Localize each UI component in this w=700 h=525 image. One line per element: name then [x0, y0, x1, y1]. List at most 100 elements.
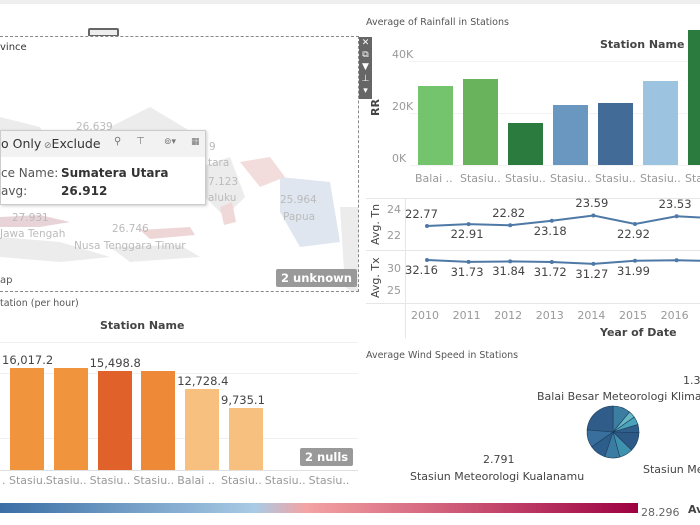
y-tick: 25	[387, 284, 401, 298]
data-point	[674, 258, 679, 263]
popout-icon[interactable]: ⧉	[359, 49, 372, 61]
series-line	[426, 259, 700, 265]
x-tick: Stasiu..	[221, 474, 262, 487]
dropdown-icon[interactable]: ▾	[359, 85, 372, 97]
precip-bar[interactable]	[97, 371, 132, 470]
x-tick: Stasiu..	[264, 474, 306, 487]
map-label: 27.931	[12, 212, 49, 224]
x-tick: Sta	[685, 172, 700, 185]
nulls-badge[interactable]: 2 nulls	[300, 448, 354, 466]
data-point	[466, 222, 471, 227]
precip-bar[interactable]	[229, 408, 263, 470]
view-data-icon[interactable]: ▦	[191, 137, 200, 147]
top-strip	[0, 0, 700, 4]
exclude-button[interactable]: ⊘Exclude	[44, 136, 101, 151]
rainfall-bar[interactable]	[463, 79, 498, 165]
precip-bar[interactable]	[53, 368, 88, 470]
data-point	[549, 259, 554, 264]
x-tick: 2012	[494, 309, 523, 322]
x-tick: Stasiu..	[45, 474, 87, 487]
precip-bar[interactable]	[185, 388, 220, 470]
group-icon[interactable]: ⊤	[136, 136, 145, 147]
rainfall-bar[interactable]	[643, 80, 678, 165]
y-tick: 40K	[392, 48, 414, 61]
tx-ylabel: Avg. Tx	[369, 257, 382, 298]
x-tick: 2011	[452, 309, 481, 322]
x-tick: . Stasiu..	[2, 474, 50, 487]
pie-name-label: Stasiun Meteorologi Kualanamu	[410, 470, 585, 483]
wind-pie-chart[interactable]	[585, 404, 641, 460]
x-tick: Stasiu..	[505, 172, 546, 185]
tn-ylabel: Avg. Tn	[369, 203, 382, 245]
data-label: 9,735.1	[221, 393, 265, 407]
data-point	[425, 258, 429, 263]
rainfall-header: Station Name	[600, 38, 685, 51]
gridline	[410, 165, 700, 166]
data-point	[508, 259, 513, 264]
y-tick: 22	[387, 228, 401, 242]
rainfall-bar[interactable]	[508, 123, 543, 165]
link-icon[interactable]: ⚲	[114, 136, 121, 147]
x-tick: Stasiu..	[640, 172, 681, 185]
filter-icon[interactable]: ▼	[359, 61, 372, 73]
y-tick: 0K	[392, 152, 407, 165]
divider	[366, 250, 700, 251]
data-point	[633, 258, 637, 263]
field-value: 26.912	[61, 184, 108, 198]
precip-bar[interactable]	[141, 371, 176, 470]
baseline	[0, 470, 358, 471]
x-tick: 2014	[577, 309, 606, 322]
pin-icon[interactable]: ⊥	[359, 73, 372, 85]
divider	[366, 303, 700, 304]
x-tick: Stasiu..	[308, 474, 350, 487]
data-label: 22.82	[492, 206, 526, 221]
map-label: Papua	[283, 211, 316, 223]
data-label: 31.27	[575, 266, 609, 281]
data-label: 23.18	[533, 223, 567, 238]
pie-slice[interactable]	[586, 405, 614, 433]
map-label: Jawa Tengah	[0, 228, 66, 240]
rainfall-bar[interactable]	[418, 85, 453, 165]
data-label: 22.77	[405, 206, 438, 221]
sets-icon[interactable]: ⊚▾	[164, 137, 176, 147]
data-label: 31.99	[617, 263, 650, 278]
data-point	[508, 223, 513, 228]
data-label: 16,017.2	[2, 353, 54, 367]
close-icon[interactable]: ✕	[359, 37, 372, 49]
x-tick: Balai ..	[415, 172, 453, 185]
data-label: 23.53	[658, 197, 692, 212]
map-footer: ap	[0, 275, 13, 286]
line-xlabel: Year of Date	[600, 326, 677, 339]
data-point	[674, 214, 679, 219]
map-label: tara	[208, 157, 230, 169]
map-label: 25.964	[280, 194, 317, 206]
map-label: 9	[209, 141, 216, 153]
field-label: ce Name:	[1, 166, 59, 180]
data-label: 32.16	[405, 263, 438, 278]
x-tick: Stasiu..	[133, 474, 175, 487]
data-label: 31.72	[533, 264, 567, 279]
divider	[366, 198, 700, 199]
field-label: avg:	[1, 184, 28, 198]
gridline	[0, 342, 358, 343]
tooltip-row-avg: avg: 26.912	[1, 184, 107, 198]
tooltip: o Only ⊘Exclude ⚲ ⊤ ⊚▾ ▦ ce Name: Sumater…	[0, 130, 206, 205]
map-label: aluku	[208, 192, 237, 204]
data-label: 22.92	[617, 227, 650, 242]
rainfall-bar[interactable]	[598, 102, 633, 165]
gridline	[410, 61, 700, 62]
map-label: 26.746	[112, 223, 149, 235]
map-label: 7.123	[208, 176, 239, 188]
rainfall-bar[interactable]	[688, 29, 700, 165]
pie-name-label: Balai Besar Meteorologi Klima	[537, 390, 700, 403]
precip-bar[interactable]	[10, 368, 44, 470]
data-label: 15,498.8	[89, 356, 141, 371]
wind-title: Average Wind Speed in Stations	[366, 350, 519, 361]
rainfall-bar[interactable]	[553, 105, 588, 165]
x-tick: 2010	[411, 309, 439, 322]
exclude-label: Exclude	[51, 136, 101, 151]
unknown-badge[interactable]: 2 unknown	[276, 269, 357, 287]
legend-max: 28.296	[641, 506, 680, 519]
field-value: Sumatera Utara	[61, 166, 169, 180]
keep-only-button[interactable]: o Only	[1, 136, 41, 151]
